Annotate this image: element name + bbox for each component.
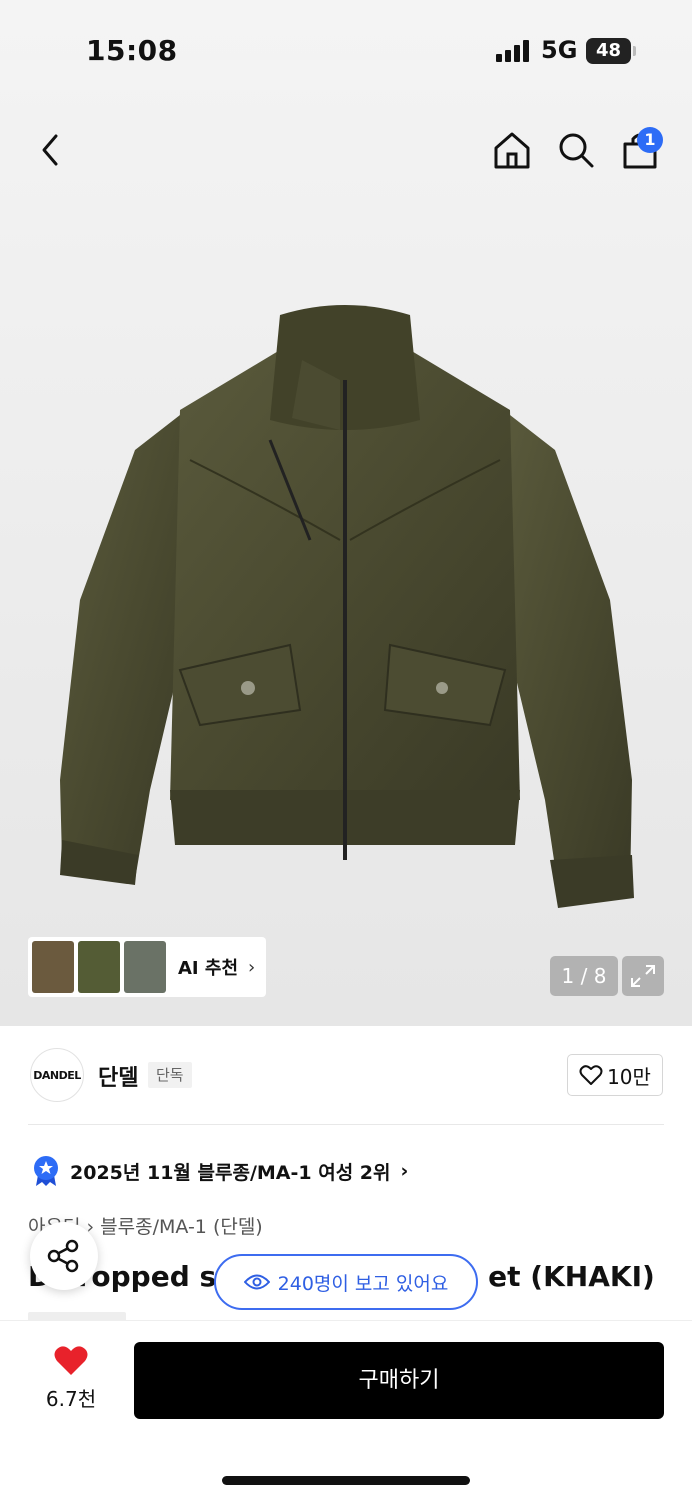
chevron-right-icon: › [400,1160,409,1182]
signal-icon [496,40,529,62]
wishlist-button[interactable]: 6.7천 [40,1345,102,1412]
back-icon[interactable] [28,126,76,174]
brand-logo[interactable]: DANDEL [30,1048,84,1102]
divider [28,1124,664,1125]
buy-button[interactable]: 구매하기 [134,1342,664,1419]
product-image-jacket[interactable] [40,300,650,920]
status-bar: 15:08 5G 48 [0,0,692,100]
share-icon [47,1239,79,1273]
home-indicator[interactable] [222,1476,470,1485]
eye-icon [243,1274,270,1290]
expand-icon[interactable] [622,956,664,996]
battery-icon: 48 [586,38,636,64]
ranking-link[interactable]: 2025년 11월 블루종/MA-1 여성 2위 › [32,1155,408,1187]
cart-count-badge: 1 [637,127,663,153]
brand-name[interactable]: 단델 [98,1060,138,1092]
product-title-end: et (KHAKI) [488,1260,655,1293]
viewers-text: 240명이 보고 있어요 [277,1272,449,1295]
search-icon[interactable] [552,126,600,174]
home-icon[interactable] [488,126,536,174]
recommend-thumb-2[interactable] [78,941,120,993]
ranking-text: 2025년 11월 블루종/MA-1 여성 2위 [70,1161,391,1184]
brand-like-count: 10만 [607,1064,651,1089]
exclusive-badge: 단독 [148,1062,192,1088]
heart-filled-icon [54,1346,88,1375]
share-button[interactable] [30,1222,98,1290]
battery-level: 48 [595,40,622,61]
network-type: 5G [541,36,578,64]
breadcrumb-child[interactable]: 블루종/MA-1 (단델) [100,1216,263,1238]
wishlist-count: 6.7천 [45,1387,97,1411]
brand-like-button[interactable]: 10만 [567,1054,663,1096]
ai-recommend-button[interactable]: AI 추천 › [28,937,266,997]
image-counter: 1 / 8 [550,956,618,996]
status-time: 15:08 [86,34,178,67]
heart-outline-icon [579,1065,603,1085]
recommend-thumb-1[interactable] [32,941,74,993]
recommend-thumb-3[interactable] [124,941,166,993]
viewers-indicator: 240명이 보고 있어요 [214,1254,478,1310]
ranking-badge-icon [34,1156,58,1186]
chevron-right-icon: › [248,956,256,978]
ai-recommend-label: AI 추천 [178,958,239,979]
